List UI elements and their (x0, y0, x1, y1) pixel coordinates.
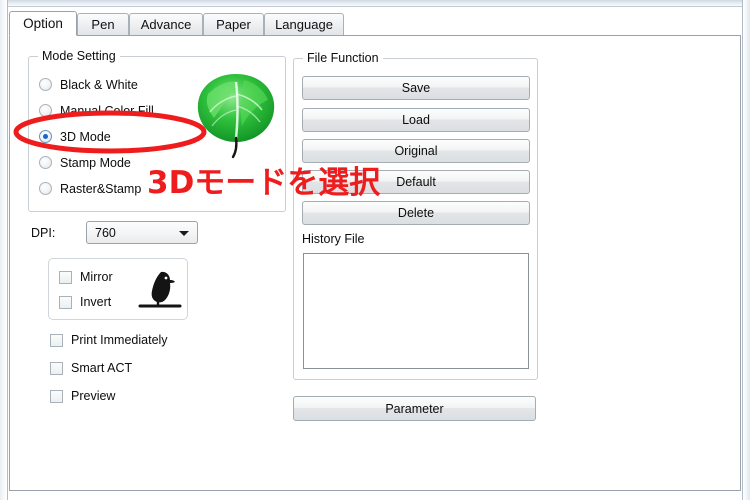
window-right-edge (742, 0, 750, 500)
mode-setting-title: Mode Setting (38, 49, 120, 63)
radio-manual-color-fill[interactable]: Manual Color Fill (39, 101, 154, 120)
checkbox-mirror-label: Mirror (80, 270, 113, 284)
dpi-label: DPI: (31, 226, 56, 240)
default-button[interactable]: Default (302, 170, 530, 194)
load-button[interactable]: Load (302, 108, 530, 132)
original-button[interactable]: Original (302, 139, 530, 163)
tab-language-label: Language (275, 17, 333, 32)
leaf-preview-image (197, 74, 275, 159)
parameter-button[interactable]: Parameter (293, 396, 536, 421)
radio-stamp-mode[interactable]: Stamp Mode (39, 153, 131, 172)
delete-button-label: Delete (397, 206, 435, 220)
tab-strip: Option Pen Advance Paper Language (9, 11, 741, 36)
chevron-down-icon (179, 231, 189, 236)
tab-option[interactable]: Option (9, 11, 77, 36)
checkbox-indicator-icon (59, 270, 72, 284)
radio-stamp-mode-label: Stamp Mode (60, 155, 131, 170)
radio-raster-and-stamp[interactable]: Raster&Stamp (39, 179, 141, 198)
delete-button[interactable]: Delete (302, 201, 530, 225)
tab-option-label: Option (23, 16, 63, 31)
tab-language[interactable]: Language (264, 13, 344, 35)
radio-manual-color-fill-label: Manual Color Fill (60, 103, 154, 118)
checkbox-indicator-icon (50, 389, 63, 403)
checkbox-mirror[interactable]: Mirror (59, 268, 113, 286)
radio-indicator-icon (39, 156, 52, 169)
tab-advance-label: Advance (140, 17, 192, 32)
dpi-selected-value: 760 (95, 225, 116, 240)
tab-paper[interactable]: Paper (203, 13, 264, 35)
radio-black-and-white-label: Black & White (60, 77, 138, 92)
checkbox-print-immediately-label: Print Immediately (71, 333, 168, 347)
mirror-invert-panel: Mirror Invert (48, 258, 188, 320)
save-button-label: Save (401, 81, 431, 95)
default-button-label: Default (396, 175, 436, 189)
checkbox-smart-act[interactable]: Smart ACT (50, 359, 132, 377)
tab-advance[interactable]: Advance (129, 13, 203, 35)
checkbox-preview[interactable]: Preview (50, 387, 115, 405)
checkbox-preview-label: Preview (71, 389, 116, 403)
original-button-label: Original (394, 144, 438, 158)
window-left-edge (0, 0, 8, 500)
load-button-label: Load (402, 113, 430, 127)
checkbox-indicator-icon (50, 361, 63, 375)
tab-paper-label: Paper (216, 17, 251, 32)
checkbox-smart-act-label: Smart ACT (71, 361, 133, 375)
checkbox-indicator-icon (50, 333, 63, 347)
radio-indicator-icon (39, 182, 52, 195)
checkbox-print-immediately[interactable]: Print Immediately (50, 331, 168, 349)
history-file-listbox[interactable] (303, 253, 529, 369)
save-button[interactable]: Save (302, 76, 530, 100)
file-function-title: File Function (303, 51, 383, 65)
tab-pen[interactable]: Pen (77, 13, 129, 35)
checkbox-invert[interactable]: Invert (59, 293, 111, 311)
radio-black-and-white[interactable]: Black & White (39, 75, 138, 94)
tab-pen-label: Pen (91, 17, 115, 32)
history-file-label: History File (302, 232, 365, 246)
checkbox-invert-label: Invert (80, 295, 112, 309)
printer-driver-dialog: Option Pen Advance Paper Language Mode S… (0, 0, 750, 500)
window-top-edge (0, 0, 750, 7)
dpi-select[interactable]: 760 (86, 221, 198, 244)
radio-raster-and-stamp-label: Raster&Stamp (60, 181, 142, 196)
parameter-button-label: Parameter (385, 401, 444, 416)
radio-indicator-icon (39, 104, 52, 117)
radio-3d-mode[interactable]: 3D Mode (39, 127, 111, 146)
bird-silhouette-icon (138, 271, 182, 308)
checkbox-indicator-icon (59, 295, 72, 309)
radio-indicator-selected-icon (39, 130, 52, 143)
radio-indicator-icon (39, 78, 52, 91)
radio-3d-mode-label: 3D Mode (60, 129, 111, 144)
